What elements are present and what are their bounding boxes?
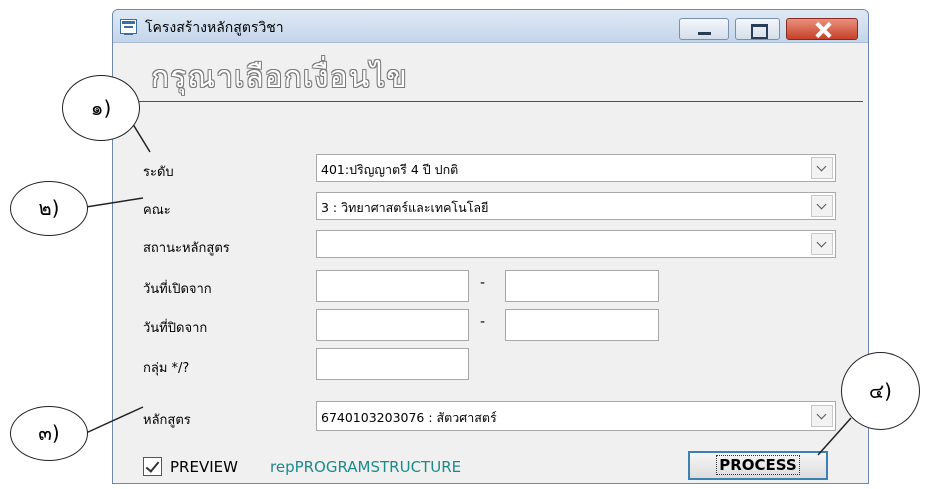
callout-2-line [85, 197, 144, 208]
callout-3-line [85, 406, 144, 434]
callout-1: ๑) [62, 75, 140, 141]
callout-3: ๓) [10, 406, 88, 461]
callout-4-line [817, 417, 852, 456]
callout-connectors [85, 120, 852, 456]
callout-2: ๒) [10, 181, 88, 236]
callout-4: ๔) [841, 352, 920, 430]
